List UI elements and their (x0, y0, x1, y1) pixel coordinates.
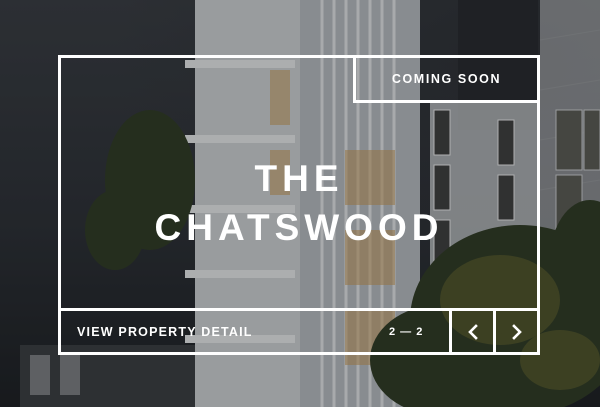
property-title-line2: CHATSWOOD (154, 207, 444, 248)
view-property-detail-link[interactable]: VIEW PROPERTY DETAIL (77, 311, 253, 352)
hero-frame: COMING SOON THE CHATSWOOD VIEW PROPERTY … (58, 55, 540, 355)
slide-counter: 2 — 2 (389, 325, 424, 338)
chevron-left-icon (467, 323, 478, 340)
coming-soon-badge: COMING SOON (353, 55, 540, 103)
next-slide-button[interactable] (493, 311, 537, 352)
hero-footer: VIEW PROPERTY DETAIL 2 — 2 (58, 308, 540, 355)
chevron-right-icon (511, 323, 522, 340)
property-title: THE CHATSWOOD (61, 154, 537, 252)
property-title-line1: THE (254, 158, 344, 199)
previous-slide-button[interactable] (449, 311, 493, 352)
